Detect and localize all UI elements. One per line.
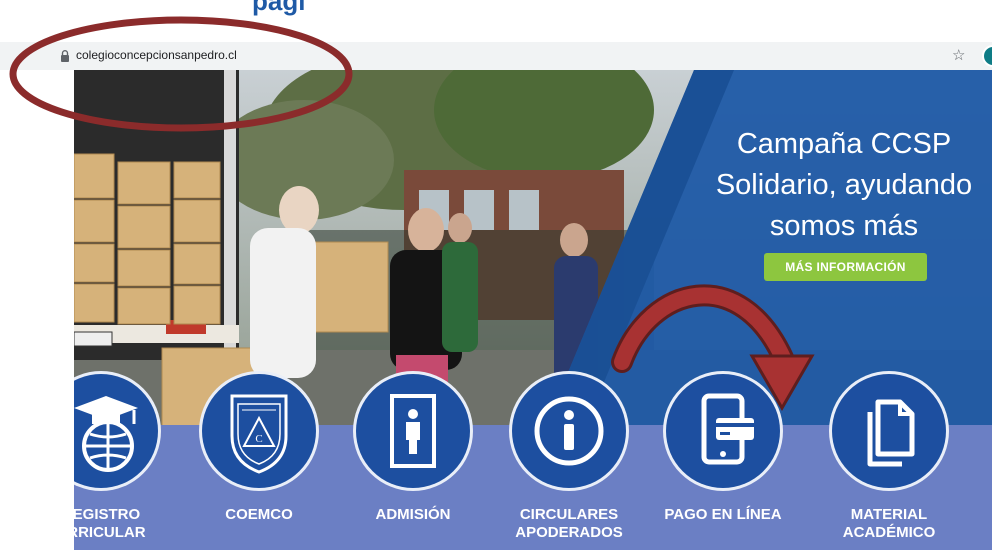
- annotation-arrow: [611, 284, 815, 412]
